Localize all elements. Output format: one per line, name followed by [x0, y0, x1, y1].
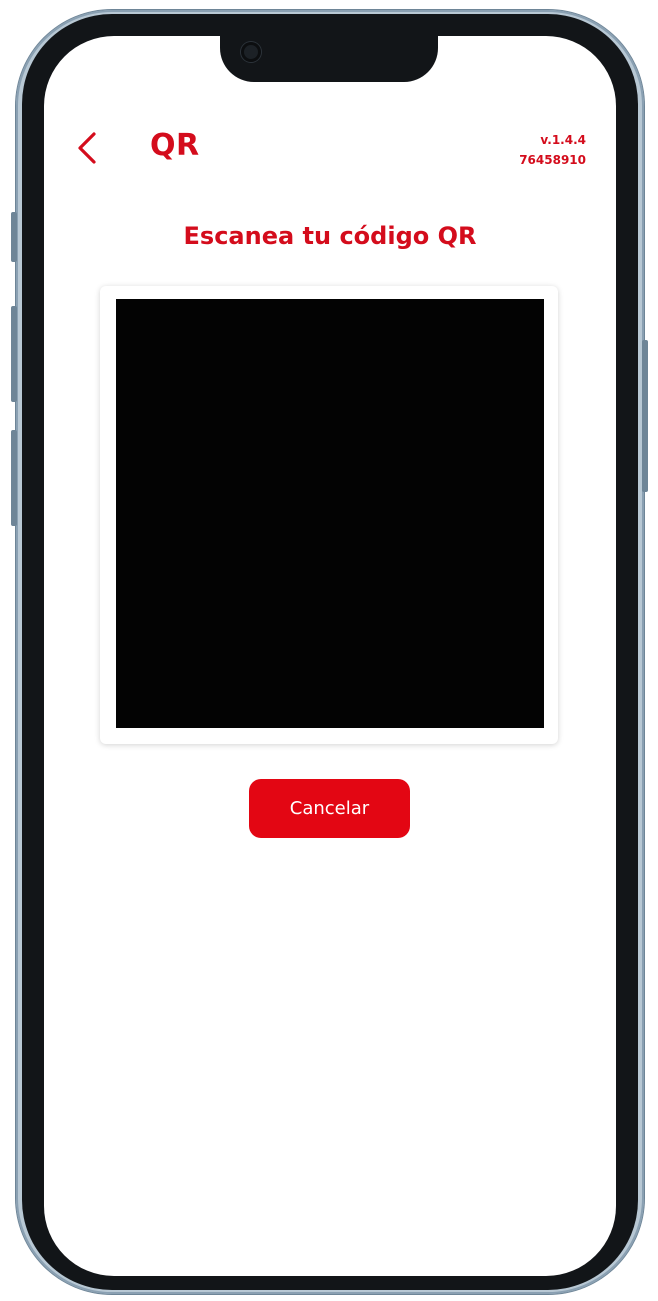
- version-info: v.1.4.4 76458910: [519, 130, 586, 170]
- back-button[interactable]: [72, 128, 108, 168]
- mute-switch: [11, 212, 17, 262]
- chevron-left-icon: [78, 132, 96, 164]
- front-camera: [241, 42, 261, 62]
- scan-heading: Escanea tu código QR: [183, 222, 477, 250]
- volume-up-button: [11, 306, 17, 402]
- qr-scanner-card: [100, 286, 558, 744]
- app-version: v.1.4.4: [540, 133, 586, 147]
- camera-viewfinder: [116, 299, 544, 728]
- cancel-button[interactable]: Cancelar: [249, 779, 410, 838]
- device-mockup: QR v.1.4.4 76458910 Escanea tu código QR…: [0, 0, 658, 1301]
- page-title: QR: [150, 128, 200, 163]
- power-button: [642, 340, 648, 492]
- user-id-number: 76458910: [519, 153, 586, 167]
- volume-down-button: [11, 430, 17, 526]
- app-screen: QR v.1.4.4 76458910 Escanea tu código QR…: [44, 36, 616, 1276]
